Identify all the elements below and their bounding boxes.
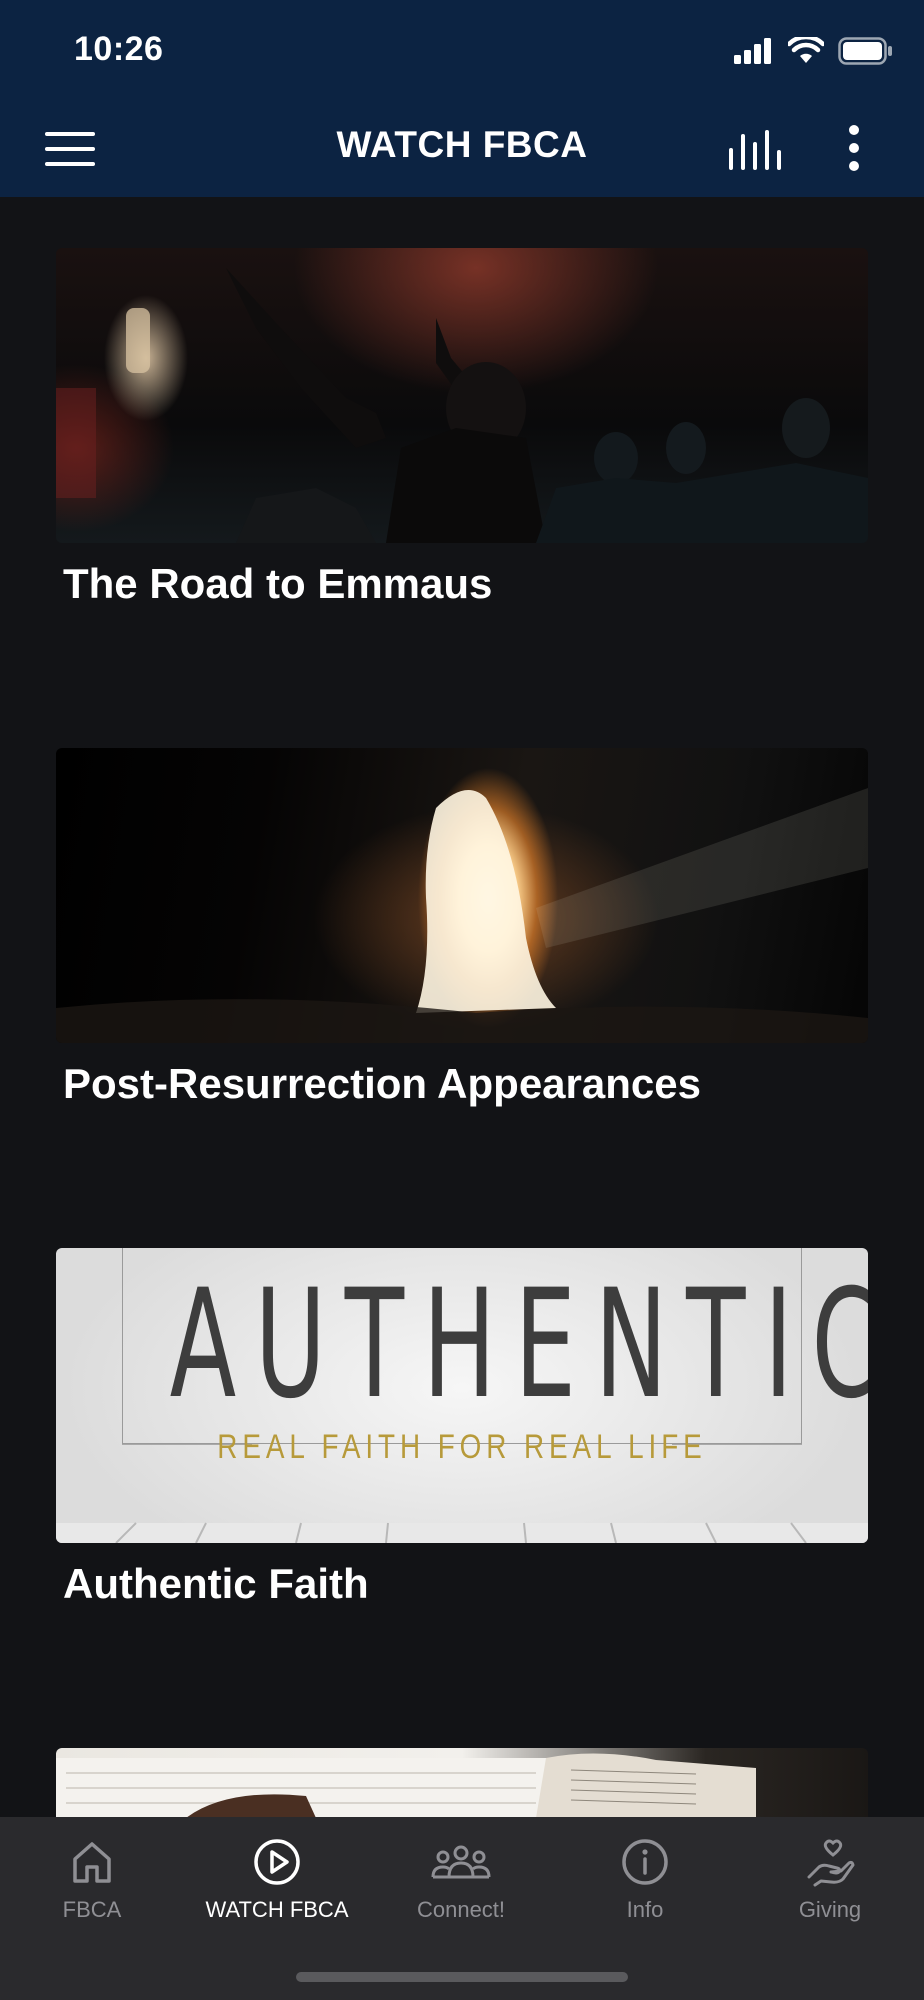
card-title[interactable]: Post-Resurrection Appearances	[63, 1060, 701, 1108]
live-audio-button[interactable]	[724, 122, 786, 174]
play-circle-icon	[254, 1839, 300, 1885]
card-thumbnail[interactable]	[56, 248, 868, 543]
media-card[interactable]: AUTHENTIC REAL FAITH FOR REAL LIFE Authe…	[56, 1248, 868, 1607]
home-icon	[73, 1842, 111, 1883]
cellular-signal-icon	[734, 38, 771, 64]
battery-icon	[838, 37, 892, 65]
tab-label: Info	[626, 1897, 664, 1922]
empty-tomb-image	[56, 788, 868, 1043]
card-title[interactable]: The Road to Emmaus	[63, 560, 492, 608]
wood-floor-image	[56, 1522, 868, 1543]
wifi-icon	[788, 37, 824, 63]
tab-info[interactable]: Info	[553, 1817, 737, 1937]
group-icon	[431, 1845, 491, 1879]
card-title[interactable]: Authentic Faith	[63, 1560, 369, 1608]
tab-label: Giving	[798, 1897, 862, 1922]
more-vertical-icon	[849, 125, 859, 171]
card-thumbnail[interactable]: AUTHENTIC REAL FAITH FOR REAL LIFE	[56, 1248, 868, 1543]
tab-fbca[interactable]: FBCA	[0, 1817, 184, 1937]
thumbnail-heading: AUTHENTIC	[169, 1258, 868, 1432]
media-card[interactable]	[56, 1748, 868, 1817]
card-thumbnail[interactable]	[56, 1748, 868, 1817]
app-header: 10:26 WATCH FBCA	[0, 0, 924, 197]
status-icons	[734, 36, 894, 66]
thumbnail-subheading: REAL FAITH FOR REAL LIFE	[217, 1428, 707, 1466]
tab-giving[interactable]: Giving	[738, 1817, 922, 1937]
tab-label: FBCA	[62, 1897, 122, 1922]
tab-label: Connect!	[416, 1897, 506, 1922]
card-thumbnail[interactable]	[56, 748, 868, 1043]
media-card[interactable]: Post-Resurrection Appearances	[56, 748, 868, 1107]
info-icon	[622, 1839, 668, 1885]
more-options-button[interactable]	[834, 118, 874, 178]
tab-label: WATCH FBCA	[205, 1897, 349, 1922]
equalizer-icon	[729, 130, 781, 170]
tab-watch-fbca[interactable]: WATCH FBCA	[185, 1817, 369, 1937]
tab-connect[interactable]: Connect!	[369, 1817, 553, 1937]
home-indicator	[296, 1972, 628, 1982]
media-list[interactable]: The Road to Emmaus Post-Resurrection App…	[0, 197, 924, 1817]
open-bible-image	[56, 1753, 756, 1817]
giving-hand-icon	[807, 1839, 855, 1887]
media-card[interactable]: The Road to Emmaus	[56, 248, 868, 607]
status-time: 10:26	[74, 30, 164, 68]
worship-crowd-image	[56, 268, 868, 543]
